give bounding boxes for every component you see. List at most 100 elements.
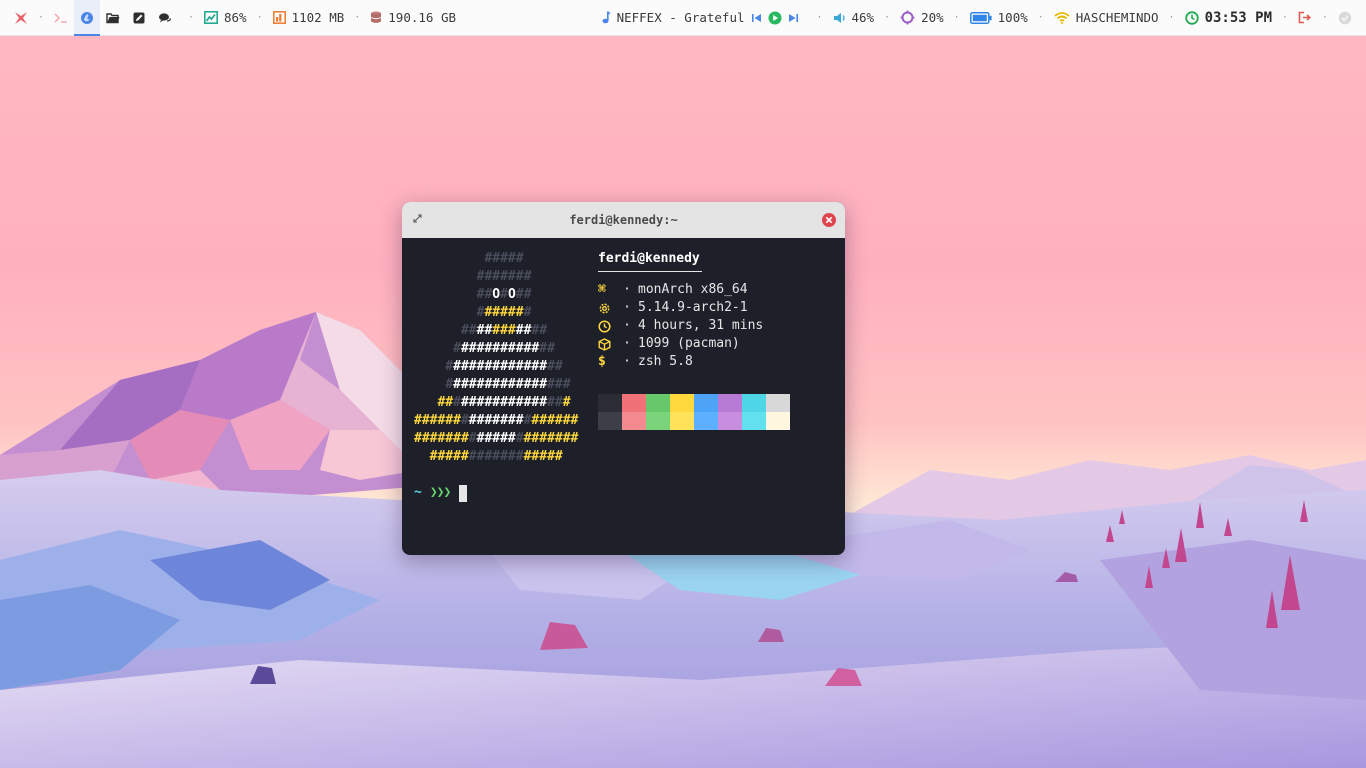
separator: · — [256, 12, 263, 23]
notifications-button[interactable] — [1332, 11, 1358, 25]
palette-swatch — [766, 394, 790, 412]
color-palette — [598, 394, 790, 430]
brightness-module[interactable]: 20% — [894, 10, 950, 25]
separator: · — [1321, 12, 1329, 23]
logout-icon — [1298, 11, 1312, 24]
workspace-terminal[interactable] — [48, 0, 74, 36]
palette-swatch — [670, 394, 694, 412]
battery-level: 100% — [997, 10, 1028, 25]
memory-module[interactable]: 1102 MB — [267, 10, 351, 25]
volume-module[interactable]: 46% — [827, 10, 881, 25]
terminal-window[interactable]: ferdi@kennedy:~ ##### ####### ##O#O## ##… — [402, 202, 845, 555]
brightness-icon — [900, 10, 915, 25]
palette-swatch — [742, 394, 766, 412]
top-panel: · · 86% · 1102 MB · 190.16 GB NEFFEX - G… — [0, 0, 1366, 36]
palette-swatch — [694, 412, 718, 430]
text-cursor — [459, 484, 468, 502]
wifi-ssid: HASCHEMINDO — [1075, 10, 1159, 25]
logout-button[interactable] — [1292, 11, 1318, 24]
clock-time: 03:53 PM — [1204, 9, 1272, 26]
separator: · — [37, 12, 45, 23]
palette-swatch — [598, 394, 622, 412]
palette-swatch — [718, 394, 742, 412]
firefox-icon — [81, 11, 93, 24]
disk-module[interactable]: 190.16 GB — [364, 10, 462, 25]
separator: · — [354, 12, 361, 23]
shell-prompt[interactable]: ~ ❯❯❯ — [414, 484, 468, 502]
separator: · — [816, 12, 823, 23]
clock-icon — [598, 319, 616, 333]
palette-swatch — [646, 394, 670, 412]
window-titlebar[interactable]: ferdi@kennedy:~ — [402, 202, 845, 238]
workspace-editor[interactable] — [126, 0, 152, 36]
notification-check-icon — [1338, 11, 1352, 24]
clock-icon — [1184, 10, 1199, 25]
volume-icon — [833, 12, 845, 23]
palette-swatch — [622, 394, 646, 412]
terminal-output[interactable]: ##### ####### ##O#O## ####### ##########… — [402, 238, 845, 555]
cpu-usage: 86% — [224, 10, 247, 25]
prompt-arrows: ❯❯❯ — [429, 485, 452, 500]
chat-icon — [159, 12, 172, 22]
palette-swatch — [622, 412, 646, 430]
os-value: monArch x86_64 — [638, 282, 748, 297]
battery-module[interactable]: 100% — [964, 10, 1034, 25]
play-icon[interactable] — [768, 11, 782, 25]
separator: · — [187, 12, 195, 23]
volume-level: 46% — [851, 10, 875, 25]
info-shell: $ · zsh 5.8 — [598, 354, 693, 369]
database-icon — [371, 11, 382, 23]
workspace-chat[interactable] — [152, 0, 178, 36]
uptime-value: 4 hours, 31 mins — [638, 318, 764, 333]
kernel-value: 5.14.9-arch2-1 — [638, 300, 748, 315]
gear-icon — [598, 302, 616, 315]
separator: · — [953, 12, 960, 23]
dollar-icon: $ — [598, 354, 606, 369]
terminal-icon — [54, 13, 67, 23]
now-playing: NEFFEX - Grateful — [616, 10, 745, 25]
package-icon — [598, 337, 616, 351]
music-module[interactable]: NEFFEX - Grateful — [595, 10, 805, 25]
memory-usage: 1102 MB — [291, 10, 345, 25]
palette-swatch — [718, 412, 742, 430]
info-os: ⌘ · monArch x86_64 — [598, 282, 748, 297]
arch-ascii-logo: ##### ####### ##O#O## ####### ##########… — [414, 251, 579, 464]
clock-module[interactable]: 03:53 PM — [1179, 10, 1278, 26]
previous-track-icon[interactable] — [751, 13, 762, 23]
next-track-icon[interactable] — [788, 13, 799, 23]
brightness-level: 20% — [921, 10, 944, 25]
workspace-files[interactable] — [100, 0, 126, 36]
arch-logo-icon — [15, 11, 27, 24]
folder-icon — [106, 12, 120, 23]
memory-icon — [272, 11, 286, 24]
separator: · — [884, 12, 891, 23]
info-kernel: · 5.14.9-arch2-1 — [598, 299, 763, 317]
palette-swatch — [670, 412, 694, 430]
palette-swatch — [646, 412, 670, 430]
battery-icon — [969, 11, 992, 24]
separator: · — [1037, 12, 1044, 23]
prompt-cwd: ~ — [414, 485, 422, 500]
music-note-icon — [602, 11, 611, 24]
expand-icon[interactable] — [412, 213, 423, 224]
shell-value: zsh 5.8 — [638, 354, 693, 369]
command-icon: ⌘ — [598, 282, 606, 297]
wifi-icon — [1054, 11, 1070, 24]
palette-swatch — [766, 412, 790, 430]
separator: · — [1168, 12, 1175, 23]
workspace-browser[interactable] — [74, 0, 100, 36]
user-host: ferdi@kennedy — [598, 251, 700, 266]
cpu-module[interactable]: 86% — [198, 10, 253, 25]
palette-swatch — [742, 412, 766, 430]
packages-value: 1099 (pacman) — [638, 336, 740, 351]
window-title: ferdi@kennedy:~ — [569, 213, 678, 227]
separator: · — [1281, 12, 1289, 23]
app-launcher-button[interactable] — [8, 0, 34, 36]
close-icon[interactable] — [821, 212, 837, 228]
palette-swatch — [598, 412, 622, 430]
info-packages: · 1099 (pacman) — [598, 335, 763, 353]
edit-icon — [133, 12, 145, 23]
divider — [598, 271, 702, 272]
cpu-chart-icon — [204, 11, 218, 24]
wifi-module[interactable]: HASCHEMINDO — [1048, 10, 1165, 25]
